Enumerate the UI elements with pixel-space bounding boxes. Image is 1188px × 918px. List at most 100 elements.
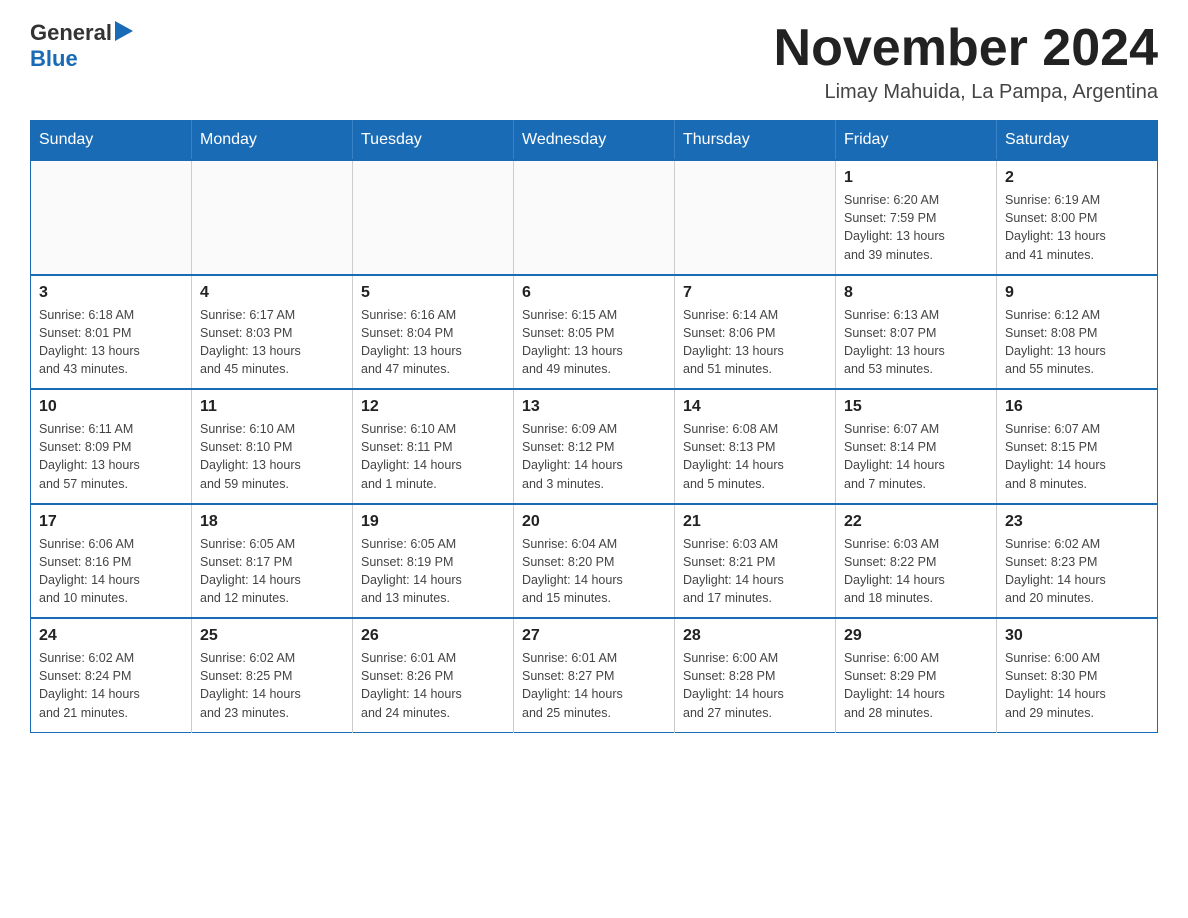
calendar-cell: 9 Sunrise: 6:12 AM Sunset: 8:08 PM Daylig… xyxy=(997,275,1158,390)
weekday-header-row: SundayMondayTuesdayWednesdayThursdayFrid… xyxy=(31,121,1158,161)
month-year-title: November 2024 xyxy=(774,20,1158,77)
day-number: 28 xyxy=(683,627,827,645)
day-info: Sunrise: 6:02 AM Sunset: 8:24 PM Dayligh… xyxy=(39,649,183,722)
day-number: 23 xyxy=(1005,513,1149,531)
calendar-cell: 3Sunrise: 6:18 AM Sunset: 8:01 PM Daylig… xyxy=(31,275,192,390)
calendar-cell: 7 Sunrise: 6:14 AM Sunset: 8:06 PM Daylig… xyxy=(675,275,836,390)
day-number: 20 xyxy=(522,513,666,531)
calendar-cell: 26 Sunrise: 6:01 AM Sunset: 8:26 PM Dayli… xyxy=(353,618,514,732)
day-number: 7 xyxy=(683,284,827,302)
day-number: 5 xyxy=(361,284,505,302)
day-info: Sunrise: 6:19 AM Sunset: 8:00 PM Dayligh… xyxy=(1005,191,1149,264)
day-number: 12 xyxy=(361,398,505,416)
logo-triangle-icon xyxy=(115,21,133,41)
calendar-week-2: 3Sunrise: 6:18 AM Sunset: 8:01 PM Daylig… xyxy=(31,275,1158,390)
day-number: 8 xyxy=(844,284,988,302)
weekday-header-thursday: Thursday xyxy=(675,121,836,161)
calendar-cell: 22 Sunrise: 6:03 AM Sunset: 8:22 PM Dayli… xyxy=(836,504,997,619)
day-number: 10 xyxy=(39,398,183,416)
day-info: Sunrise: 6:05 AM Sunset: 8:19 PM Dayligh… xyxy=(361,535,505,608)
day-number: 4 xyxy=(200,284,344,302)
day-number: 9 xyxy=(1005,284,1149,302)
day-info: Sunrise: 6:07 AM Sunset: 8:14 PM Dayligh… xyxy=(844,420,988,493)
calendar-cell: 29Sunrise: 6:00 AM Sunset: 8:29 PM Dayli… xyxy=(836,618,997,732)
day-number: 11 xyxy=(200,398,344,416)
day-number: 1 xyxy=(844,169,988,187)
day-info: Sunrise: 6:00 AM Sunset: 8:28 PM Dayligh… xyxy=(683,649,827,722)
weekday-header-sunday: Sunday xyxy=(31,121,192,161)
day-info: Sunrise: 6:15 AM Sunset: 8:05 PM Dayligh… xyxy=(522,306,666,379)
calendar-cell: 2 Sunrise: 6:19 AM Sunset: 8:00 PM Daylig… xyxy=(997,160,1158,275)
day-number: 30 xyxy=(1005,627,1149,645)
calendar-body: 1 Sunrise: 6:20 AM Sunset: 7:59 PM Daylig… xyxy=(31,160,1158,732)
day-info: Sunrise: 6:02 AM Sunset: 8:23 PM Dayligh… xyxy=(1005,535,1149,608)
day-info: Sunrise: 6:00 AM Sunset: 8:29 PM Dayligh… xyxy=(844,649,988,722)
day-info: Sunrise: 6:07 AM Sunset: 8:15 PM Dayligh… xyxy=(1005,420,1149,493)
day-number: 15 xyxy=(844,398,988,416)
calendar-cell: 20 Sunrise: 6:04 AM Sunset: 8:20 PM Dayli… xyxy=(514,504,675,619)
day-info: Sunrise: 6:05 AM Sunset: 8:17 PM Dayligh… xyxy=(200,535,344,608)
day-info: Sunrise: 6:03 AM Sunset: 8:21 PM Dayligh… xyxy=(683,535,827,608)
calendar-cell: 11 Sunrise: 6:10 AM Sunset: 8:10 PM Dayli… xyxy=(192,389,353,504)
logo: General Blue xyxy=(30,20,133,73)
calendar-cell: 8 Sunrise: 6:13 AM Sunset: 8:07 PM Daylig… xyxy=(836,275,997,390)
calendar-cell: 12 Sunrise: 6:10 AM Sunset: 8:11 PM Dayli… xyxy=(353,389,514,504)
day-info: Sunrise: 6:12 AM Sunset: 8:08 PM Dayligh… xyxy=(1005,306,1149,379)
location-subtitle: Limay Mahuida, La Pampa, Argentina xyxy=(774,81,1158,104)
day-number: 21 xyxy=(683,513,827,531)
calendar-cell: 10Sunrise: 6:11 AM Sunset: 8:09 PM Dayli… xyxy=(31,389,192,504)
weekday-header-friday: Friday xyxy=(836,121,997,161)
logo-general-text: General xyxy=(30,20,112,46)
calendar-cell: 25 Sunrise: 6:02 AM Sunset: 8:25 PM Dayli… xyxy=(192,618,353,732)
day-info: Sunrise: 6:01 AM Sunset: 8:26 PM Dayligh… xyxy=(361,649,505,722)
title-area: November 2024 Limay Mahuida, La Pampa, A… xyxy=(774,20,1158,104)
day-number: 27 xyxy=(522,627,666,645)
calendar-cell: 30 Sunrise: 6:00 AM Sunset: 8:30 PM Dayli… xyxy=(997,618,1158,732)
day-info: Sunrise: 6:03 AM Sunset: 8:22 PM Dayligh… xyxy=(844,535,988,608)
day-number: 25 xyxy=(200,627,344,645)
day-info: Sunrise: 6:13 AM Sunset: 8:07 PM Dayligh… xyxy=(844,306,988,379)
day-number: 26 xyxy=(361,627,505,645)
day-number: 2 xyxy=(1005,169,1149,187)
calendar-cell: 5 Sunrise: 6:16 AM Sunset: 8:04 PM Daylig… xyxy=(353,275,514,390)
weekday-header-wednesday: Wednesday xyxy=(514,121,675,161)
calendar-cell: 28 Sunrise: 6:00 AM Sunset: 8:28 PM Dayli… xyxy=(675,618,836,732)
calendar-table: SundayMondayTuesdayWednesdayThursdayFrid… xyxy=(30,120,1158,733)
calendar-cell: 1 Sunrise: 6:20 AM Sunset: 7:59 PM Daylig… xyxy=(836,160,997,275)
calendar-cell xyxy=(514,160,675,275)
day-number: 18 xyxy=(200,513,344,531)
calendar-cell: 15 Sunrise: 6:07 AM Sunset: 8:14 PM Dayli… xyxy=(836,389,997,504)
day-info: Sunrise: 6:10 AM Sunset: 8:11 PM Dayligh… xyxy=(361,420,505,493)
calendar-cell: 23 Sunrise: 6:02 AM Sunset: 8:23 PM Dayli… xyxy=(997,504,1158,619)
weekday-header-saturday: Saturday xyxy=(997,121,1158,161)
calendar-cell: 24 Sunrise: 6:02 AM Sunset: 8:24 PM Dayli… xyxy=(31,618,192,732)
day-info: Sunrise: 6:14 AM Sunset: 8:06 PM Dayligh… xyxy=(683,306,827,379)
day-number: 17 xyxy=(39,513,183,531)
day-info: Sunrise: 6:04 AM Sunset: 8:20 PM Dayligh… xyxy=(522,535,666,608)
calendar-cell xyxy=(675,160,836,275)
calendar-cell: 19Sunrise: 6:05 AM Sunset: 8:19 PM Dayli… xyxy=(353,504,514,619)
day-number: 16 xyxy=(1005,398,1149,416)
calendar-week-3: 10Sunrise: 6:11 AM Sunset: 8:09 PM Dayli… xyxy=(31,389,1158,504)
calendar-cell: 13 Sunrise: 6:09 AM Sunset: 8:12 PM Dayli… xyxy=(514,389,675,504)
day-number: 13 xyxy=(522,398,666,416)
day-info: Sunrise: 6:08 AM Sunset: 8:13 PM Dayligh… xyxy=(683,420,827,493)
day-number: 22 xyxy=(844,513,988,531)
calendar-week-4: 17Sunrise: 6:06 AM Sunset: 8:16 PM Dayli… xyxy=(31,504,1158,619)
day-number: 3 xyxy=(39,284,183,302)
day-number: 14 xyxy=(683,398,827,416)
calendar-cell: 27Sunrise: 6:01 AM Sunset: 8:27 PM Dayli… xyxy=(514,618,675,732)
weekday-header-tuesday: Tuesday xyxy=(353,121,514,161)
day-number: 6 xyxy=(522,284,666,302)
day-info: Sunrise: 6:00 AM Sunset: 8:30 PM Dayligh… xyxy=(1005,649,1149,722)
day-info: Sunrise: 6:09 AM Sunset: 8:12 PM Dayligh… xyxy=(522,420,666,493)
day-info: Sunrise: 6:10 AM Sunset: 8:10 PM Dayligh… xyxy=(200,420,344,493)
day-info: Sunrise: 6:17 AM Sunset: 8:03 PM Dayligh… xyxy=(200,306,344,379)
calendar-cell xyxy=(192,160,353,275)
day-number: 24 xyxy=(39,627,183,645)
day-info: Sunrise: 6:16 AM Sunset: 8:04 PM Dayligh… xyxy=(361,306,505,379)
day-info: Sunrise: 6:02 AM Sunset: 8:25 PM Dayligh… xyxy=(200,649,344,722)
day-info: Sunrise: 6:20 AM Sunset: 7:59 PM Dayligh… xyxy=(844,191,988,264)
calendar-cell: 16 Sunrise: 6:07 AM Sunset: 8:15 PM Dayli… xyxy=(997,389,1158,504)
calendar-cell: 17Sunrise: 6:06 AM Sunset: 8:16 PM Dayli… xyxy=(31,504,192,619)
